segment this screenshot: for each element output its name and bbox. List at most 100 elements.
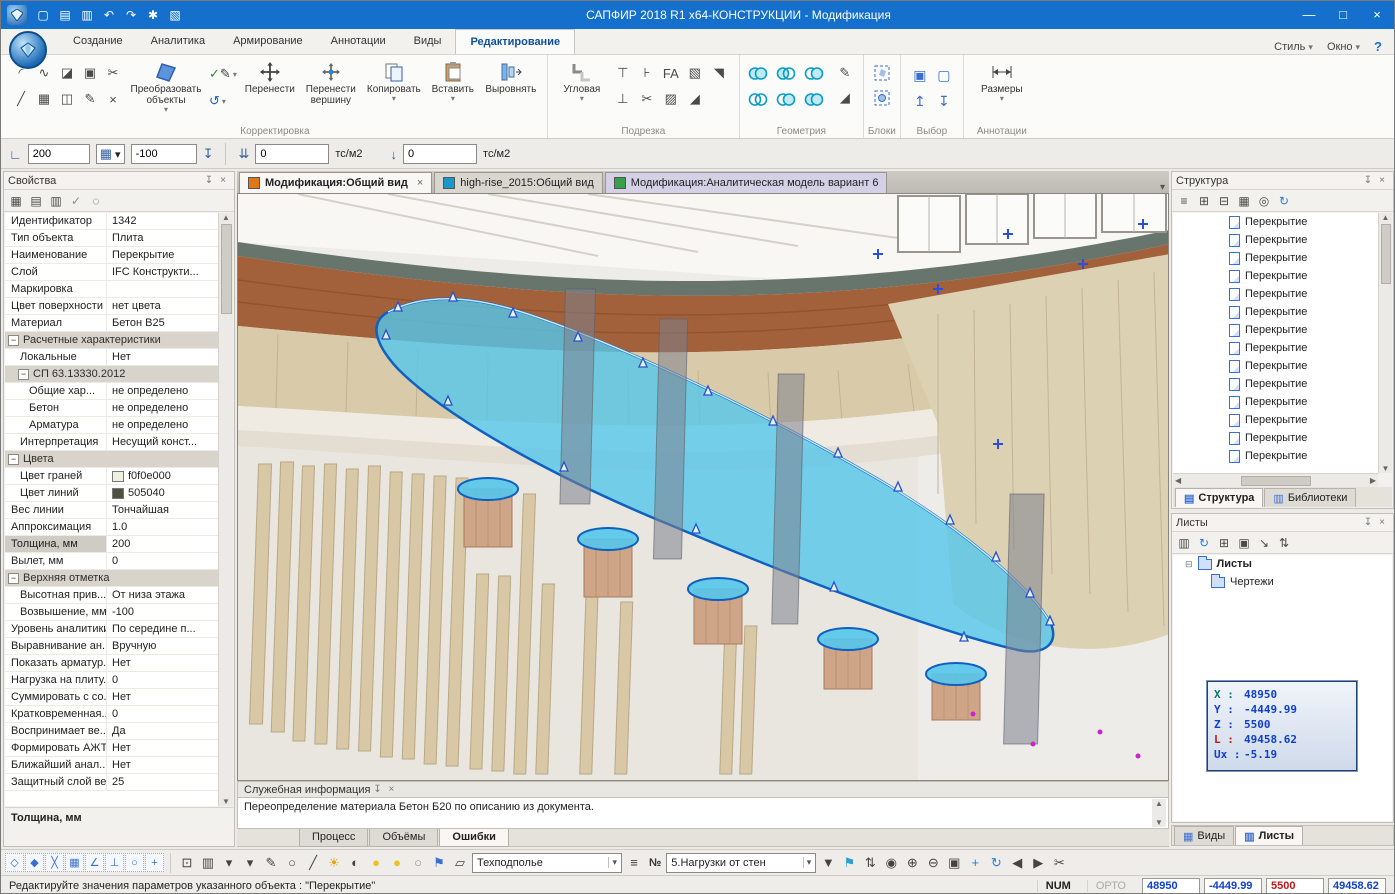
xor-icon[interactable] [747,88,769,110]
structure-tree-item[interactable]: Перекрытие [1173,375,1378,393]
zoom-in-icon[interactable]: ⊕ [902,853,922,873]
snap-circle-icon[interactable]: ○ [125,853,144,872]
property-value[interactable]: 25 [107,776,218,788]
next-view-icon[interactable]: ▶ [1028,853,1048,873]
property-section[interactable]: −СП 63.13330.2012 [5,366,218,383]
sun-icon[interactable]: ☀ [324,853,344,873]
binoculars-icon[interactable]: ◎ [1255,192,1273,210]
mirror-icon[interactable]: ◫ [56,88,78,110]
scroll-thumb[interactable] [1381,224,1391,284]
snap-angle-icon[interactable]: ∠ [85,853,104,872]
property-value[interactable]: 0 [107,708,218,720]
structure-tree-item[interactable]: Перекрытие [1173,249,1378,267]
property-row[interactable]: Уровень аналитикиПо середине п... [5,621,218,638]
slope2-icon[interactable]: ◢ [684,88,706,110]
table-view-icon[interactable]: ▦ [1235,192,1253,210]
structure-tree-item[interactable]: Перекрытие [1173,213,1378,231]
property-value[interactable]: Несущий конст... [107,436,218,448]
property-row[interactable]: Цвет линий505040 [5,485,218,502]
pin-icon[interactable]: ↧ [1361,516,1375,530]
open-folder-icon[interactable]: ▤ [55,5,75,25]
tab-list-button[interactable]: ▾ [1160,182,1165,193]
align-button[interactable]: Выровнять [482,58,540,122]
snap-node-icon[interactable]: ◇ [5,853,24,872]
copy-sheet-icon[interactable]: ▣ [1235,534,1253,552]
refresh-icon[interactable]: ↻ [1275,192,1293,210]
menu-tab-Аналитика[interactable]: Аналитика [137,29,219,54]
property-value[interactable]: 0 [107,555,218,567]
collapse-icon[interactable]: − [18,369,29,380]
structure-horizontal-scrollbar[interactable]: ◀▶ [1173,473,1378,487]
structure-tree-item[interactable]: Перекрытие [1173,285,1378,303]
property-row[interactable]: Тип объектаПлита [5,230,218,247]
structure-tree-item[interactable]: Перекрытие [1173,411,1378,429]
property-row[interactable]: Высотная прив...От низа этажа [5,587,218,604]
property-value[interactable]: 1342 [107,215,218,227]
edit-block-icon[interactable] [871,87,893,109]
info-scrollbar[interactable]: ▲▼ [1152,799,1166,827]
style-menu[interactable]: Стиль▾ [1274,41,1313,53]
rotate-button[interactable]: ↺▾ [207,89,239,113]
picker-icon[interactable]: ✎ [79,88,101,110]
menu-tab-Армирование[interactable]: Армирование [219,29,317,54]
paste-button[interactable]: Вставить ▾ [427,58,479,122]
property-row[interactable]: Защитный слой ве...25 [5,774,218,791]
property-value[interactable]: Вручную [107,640,218,652]
pin-icon[interactable]: ↧ [203,146,214,162]
property-value[interactable]: Плита [107,232,218,244]
property-value[interactable]: 505040 [107,487,218,499]
scroll-down-icon[interactable]: ▼ [1382,464,1390,473]
property-row[interactable]: Цвет гранейf0f0e000 [5,468,218,485]
maximize-button[interactable]: □ [1326,1,1360,29]
minimize-button[interactable]: — [1292,1,1326,29]
tree-expander-icon[interactable]: ⊟ [1185,559,1193,570]
settings-icon[interactable]: ✱ [143,5,163,25]
collapse-all-icon[interactable]: ⊟ [1215,192,1233,210]
zoom-fit-icon[interactable]: ▣ [944,853,964,873]
page-view-icon[interactable]: ▥ [47,192,65,210]
property-row[interactable]: Показать арматур...Нет [5,655,218,672]
category-view-icon[interactable]: ▦ [7,192,25,210]
sheets-child-node[interactable]: Чертежи [1173,573,1392,591]
redo-icon[interactable]: ↷ [121,5,141,25]
eye-icon[interactable]: ◉ [881,853,901,873]
cut-icon[interactable]: ✂ [102,62,124,84]
property-value[interactable]: не определено [107,419,218,431]
sort-icon[interactable]: ⇅ [1275,534,1293,552]
property-value[interactable]: не определено [107,385,218,397]
structure-tree-item[interactable]: Перекрытие [1173,267,1378,285]
dropdown-arrow-icon[interactable]: ▾ [240,853,260,873]
scroll-down-icon[interactable]: ▼ [1155,818,1163,827]
loadcase-combo[interactable]: 5.Нагрузки от стен▾ [666,853,816,873]
cut-plane-icon[interactable]: ▧ [684,62,706,84]
bulb-off-icon[interactable]: ○ [408,853,428,873]
structure-tree-item[interactable]: Перекрытие [1173,357,1378,375]
region-icon[interactable]: ▣ [79,62,101,84]
property-value[interactable]: 0 [107,674,218,686]
load1-input[interactable] [255,144,329,164]
document-tab[interactable]: Модификация:Аналитическая модель вариант… [605,172,888,193]
pin-icon[interactable]: ↧ [370,783,384,797]
new-document-icon[interactable]: ▢ [33,5,53,25]
structure-tree-item[interactable]: Перекрытие [1173,447,1378,465]
property-row[interactable]: МатериалБетон B25 [5,315,218,332]
contrast-icon[interactable]: ◐ [345,853,365,873]
property-row[interactable]: Бетонне определено [5,400,218,417]
property-row[interactable]: Арматуране определено [5,417,218,434]
load2-input[interactable] [403,144,477,164]
tab-sheets[interactable]: ▥Листы [1235,826,1303,845]
property-value[interactable]: 1.0 [107,521,218,533]
scroll-thumb[interactable] [221,224,232,314]
help-button[interactable]: ? [1374,39,1382,54]
offset-input[interactable] [131,144,197,164]
scroll-up-icon[interactable]: ▲ [1155,799,1163,808]
close-icon[interactable]: × [216,174,230,188]
property-value[interactable]: -100 [107,606,218,618]
layers-icon[interactable]: ▥ [198,853,218,873]
split-icon[interactable] [775,88,797,110]
flag-icon[interactable]: ⚑ [429,853,449,873]
property-value[interactable]: Нет [107,657,218,669]
structure-tree-item[interactable]: Перекрытие [1173,321,1378,339]
fa-annotation-icon[interactable]: FA [660,62,682,84]
cut-plane2-icon[interactable]: ▨ [660,88,682,110]
